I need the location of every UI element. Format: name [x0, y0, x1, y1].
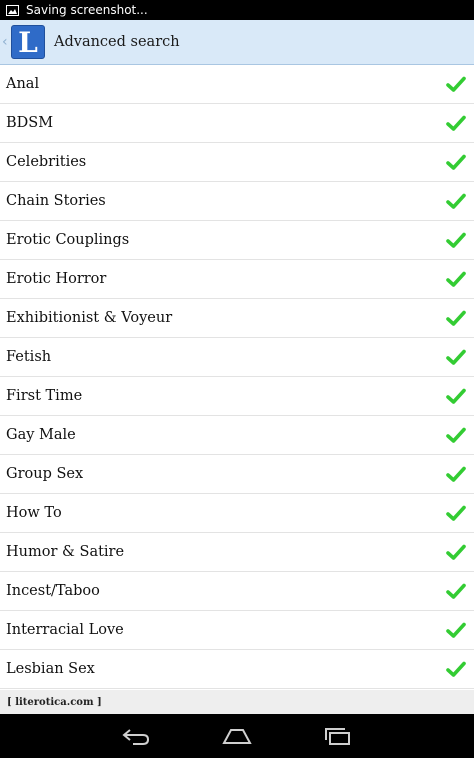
- checkmark-icon[interactable]: [446, 271, 466, 288]
- list-item[interactable]: First Time: [0, 377, 474, 416]
- category-label: Lesbian Sex: [6, 661, 95, 677]
- app-logo[interactable]: L: [11, 25, 45, 59]
- list-item[interactable]: Gay Male: [0, 416, 474, 455]
- back-icon: [122, 729, 150, 745]
- category-label: Celebrities: [6, 154, 87, 170]
- category-label: Humor & Satire: [6, 544, 125, 560]
- page-title: Advanced search: [54, 34, 180, 50]
- checkmark-icon[interactable]: [446, 388, 466, 405]
- navigation-bar: [0, 714, 474, 758]
- checkmark-icon[interactable]: [446, 466, 466, 483]
- list-item[interactable]: Exhibitionist & Voyeur: [0, 299, 474, 338]
- category-label: First Time: [6, 388, 83, 404]
- status-text: Saving screenshot...: [26, 3, 148, 17]
- category-list: Anal BDSM Celebrities Chain Stories Erotic C…: [0, 65, 474, 690]
- checkmark-icon[interactable]: [446, 154, 466, 171]
- category-label: Exhibitionist & Voyeur: [6, 310, 173, 326]
- list-item[interactable]: Incest/Taboo: [0, 572, 474, 611]
- category-label: Chain Stories: [6, 193, 106, 209]
- checkmark-icon[interactable]: [446, 115, 466, 132]
- list-item[interactable]: Celebrities: [0, 143, 474, 182]
- up-chevron-icon[interactable]: ‹: [2, 34, 11, 50]
- footer: [ literotica.com ]: [0, 690, 474, 714]
- list-item[interactable]: Anal: [0, 65, 474, 104]
- list-item[interactable]: How To: [0, 494, 474, 533]
- checkmark-icon[interactable]: [446, 310, 466, 327]
- checkmark-icon[interactable]: [446, 661, 466, 678]
- category-label: How To: [6, 505, 62, 521]
- list-item[interactable]: Group Sex: [0, 455, 474, 494]
- checkmark-icon[interactable]: [446, 505, 466, 522]
- checkmark-icon[interactable]: [446, 583, 466, 600]
- category-label: BDSM: [6, 115, 54, 131]
- recent-apps-button[interactable]: [308, 714, 368, 758]
- back-button[interactable]: [106, 714, 166, 758]
- status-bar: Saving screenshot...: [0, 0, 474, 20]
- logo-letter: L: [18, 25, 38, 59]
- checkmark-icon[interactable]: [446, 622, 466, 639]
- list-item[interactable]: BDSM: [0, 104, 474, 143]
- list-item[interactable]: Fetish: [0, 338, 474, 377]
- checkmark-icon[interactable]: [446, 427, 466, 444]
- category-label: Incest/Taboo: [6, 583, 100, 599]
- home-button[interactable]: [207, 714, 267, 758]
- checkmark-icon[interactable]: [446, 193, 466, 210]
- list-item[interactable]: Lesbian Sex: [0, 650, 474, 689]
- list-item[interactable]: Chain Stories: [0, 182, 474, 221]
- category-label: Gay Male: [6, 427, 76, 443]
- category-label: Erotic Couplings: [6, 232, 130, 248]
- action-bar: ‹ L Advanced search: [0, 20, 474, 65]
- checkmark-icon[interactable]: [446, 232, 466, 249]
- image-icon: [6, 4, 19, 16]
- checkmark-icon[interactable]: [446, 76, 466, 93]
- list-item[interactable]: Erotic Couplings: [0, 221, 474, 260]
- category-label: Erotic Horror: [6, 271, 107, 287]
- home-icon: [222, 729, 252, 744]
- category-label: Interracial Love: [6, 622, 124, 638]
- list-item[interactable]: Erotic Horror: [0, 260, 474, 299]
- footer-text: [ literotica.com ]: [7, 696, 102, 708]
- recent-apps-icon: [325, 728, 350, 745]
- checkmark-icon[interactable]: [446, 349, 466, 366]
- category-label: Anal: [6, 76, 40, 92]
- list-item[interactable]: Interracial Love: [0, 611, 474, 650]
- checkmark-icon[interactable]: [446, 544, 466, 561]
- category-label: Fetish: [6, 349, 52, 365]
- category-label: Group Sex: [6, 466, 84, 482]
- list-item[interactable]: Humor & Satire: [0, 533, 474, 572]
